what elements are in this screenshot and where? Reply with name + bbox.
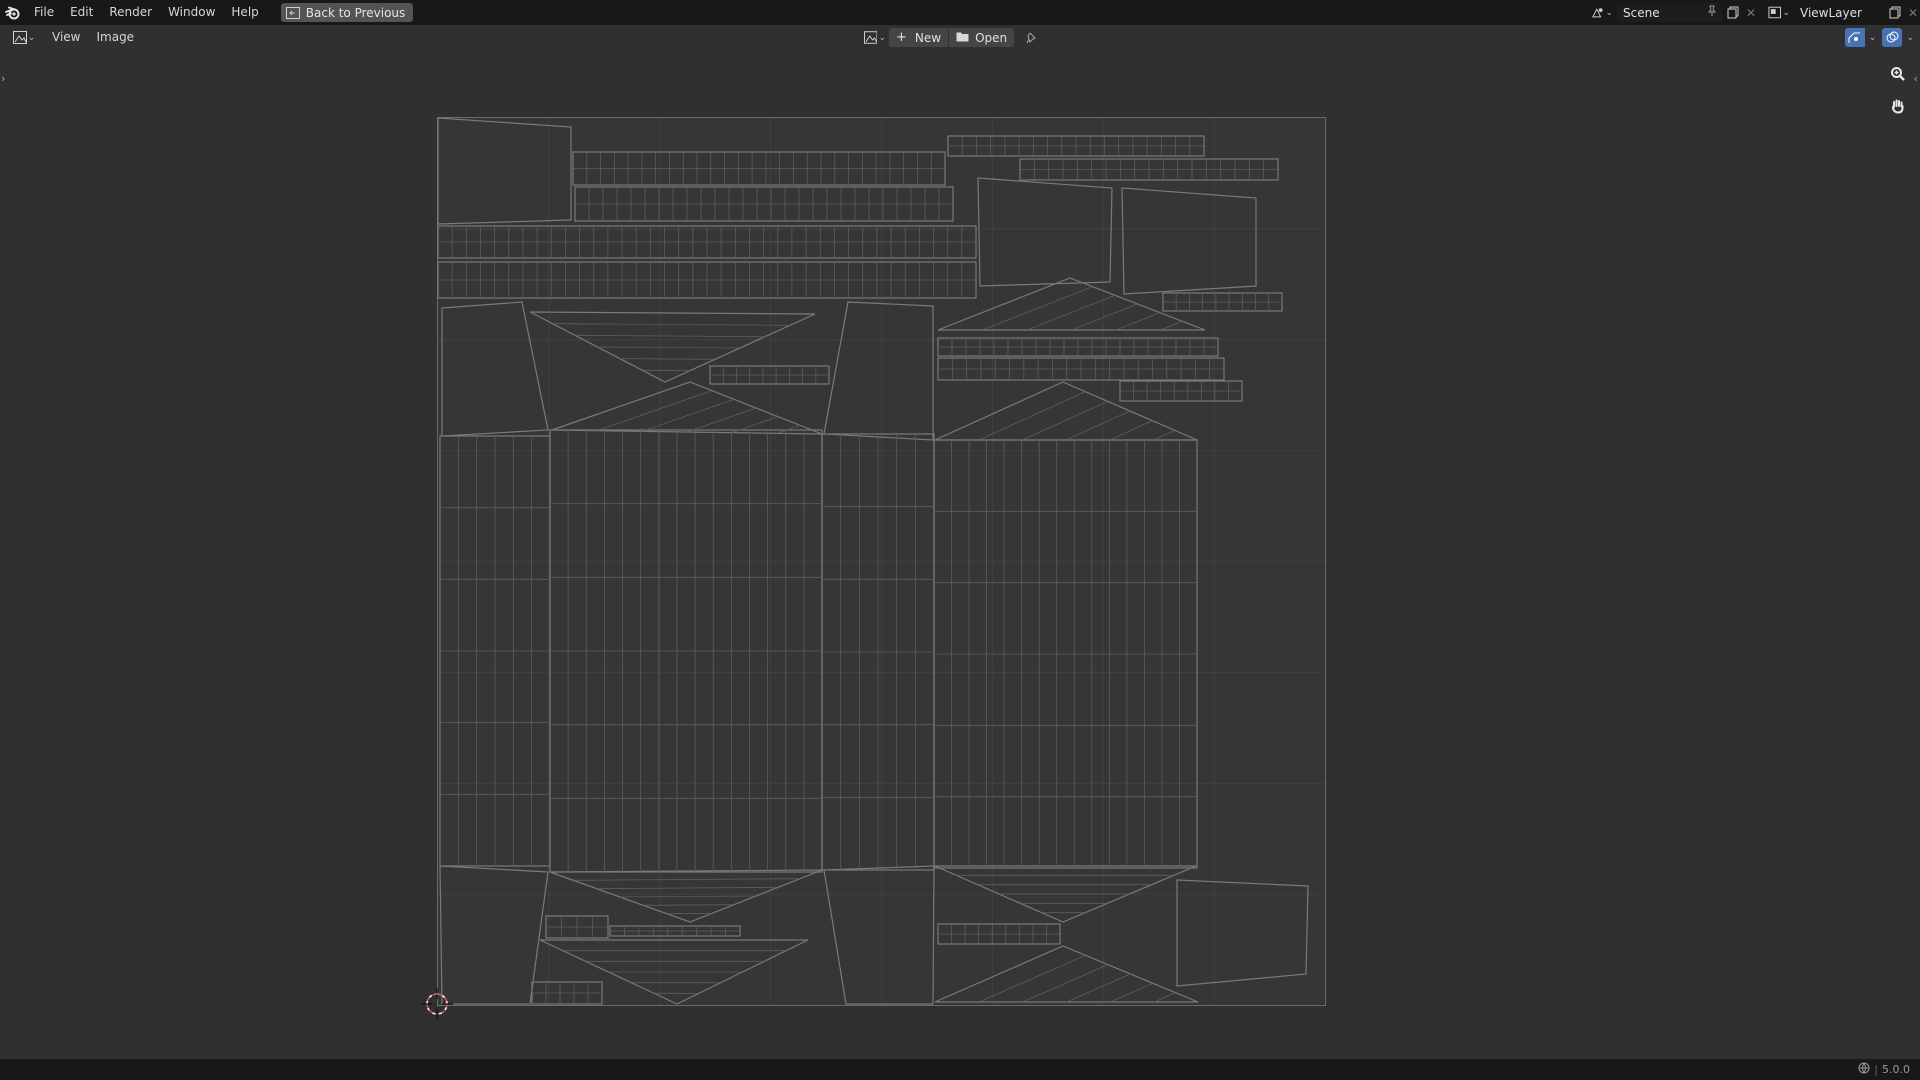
image-editor-icon[interactable]: ⌄ <box>10 28 38 47</box>
back-to-previous-button[interactable]: Back to Previous <box>280 3 414 22</box>
open-image-label: Open <box>975 30 1008 45</box>
delete-view-layer-icon[interactable]: ✕ <box>1906 3 1920 22</box>
status-bar: | 5.0.0 <box>0 1059 1920 1080</box>
view-layer-browse-icon[interactable]: ⌄ <box>1768 3 1790 22</box>
image-datablock-controls: ⌄ + New Open <box>864 28 1042 47</box>
header-right-controls: ⌄ ⌄ <box>1844 28 1914 47</box>
image-editor-header: ⌄ View Image ⌄ + New Open ⌄ ⌄ <box>0 25 1920 50</box>
menu-help[interactable]: Help <box>223 0 266 25</box>
view-layer-field[interactable]: ViewLayer <box>1794 3 1884 22</box>
menu-window[interactable]: Window <box>160 0 223 25</box>
image-browse-icon[interactable]: ⌄ <box>864 28 886 47</box>
menu-view[interactable]: View <box>44 25 88 50</box>
new-image-button[interactable]: + New <box>889 28 949 47</box>
menu-render[interactable]: Render <box>101 0 160 25</box>
top-bar: File Edit Render Window Help Back to Pre… <box>0 0 1920 25</box>
menu-image[interactable]: Image <box>88 25 142 50</box>
delete-scene-icon[interactable]: ✕ <box>1744 3 1758 22</box>
open-image-button[interactable]: Open <box>949 28 1015 47</box>
top-right-controls: ⌄ Scene ✕ ⌄ ViewLayer ✕ <box>1591 0 1920 25</box>
view-layer-label: ViewLayer <box>1800 5 1862 20</box>
plus-icon: + <box>896 30 907 45</box>
menu-file[interactable]: File <box>26 0 62 25</box>
overlays-icon[interactable] <box>1882 28 1903 47</box>
uv-canvas <box>421 117 1326 1020</box>
pin-image-icon[interactable] <box>1020 28 1042 47</box>
back-to-previous-icon <box>285 6 300 19</box>
new-scene-icon[interactable] <box>1722 3 1744 22</box>
menu-edit[interactable]: Edit <box>62 0 101 25</box>
new-image-label: New <box>914 30 942 45</box>
uv-sync-dropdown-icon[interactable]: ⌄ <box>1869 33 1877 43</box>
uv-sync-icon[interactable] <box>1844 28 1865 47</box>
scene-browse-icon[interactable]: ⌄ <box>1591 3 1613 22</box>
pin-icon[interactable] <box>1706 5 1718 20</box>
version-label: 5.0.0 <box>1882 1063 1910 1076</box>
blender-logo-icon[interactable] <box>0 0 26 25</box>
scene-name-label: Scene <box>1623 5 1660 20</box>
back-to-previous-label: Back to Previous <box>305 5 406 20</box>
zoom-icon[interactable] <box>1886 62 1910 86</box>
folder-icon <box>956 31 969 45</box>
scene-name-field[interactable]: Scene <box>1617 3 1722 22</box>
version-info: | 5.0.0 <box>1858 1062 1910 1077</box>
uv-editor-viewport[interactable]: › ‹ <box>0 50 1920 1059</box>
new-view-layer-icon[interactable] <box>1884 3 1906 22</box>
overlays-dropdown-icon[interactable]: ⌄ <box>1906 33 1914 43</box>
navigation-gizmo <box>1886 62 1910 118</box>
globe-icon <box>1858 1062 1870 1077</box>
hand-icon[interactable] <box>1886 94 1910 118</box>
